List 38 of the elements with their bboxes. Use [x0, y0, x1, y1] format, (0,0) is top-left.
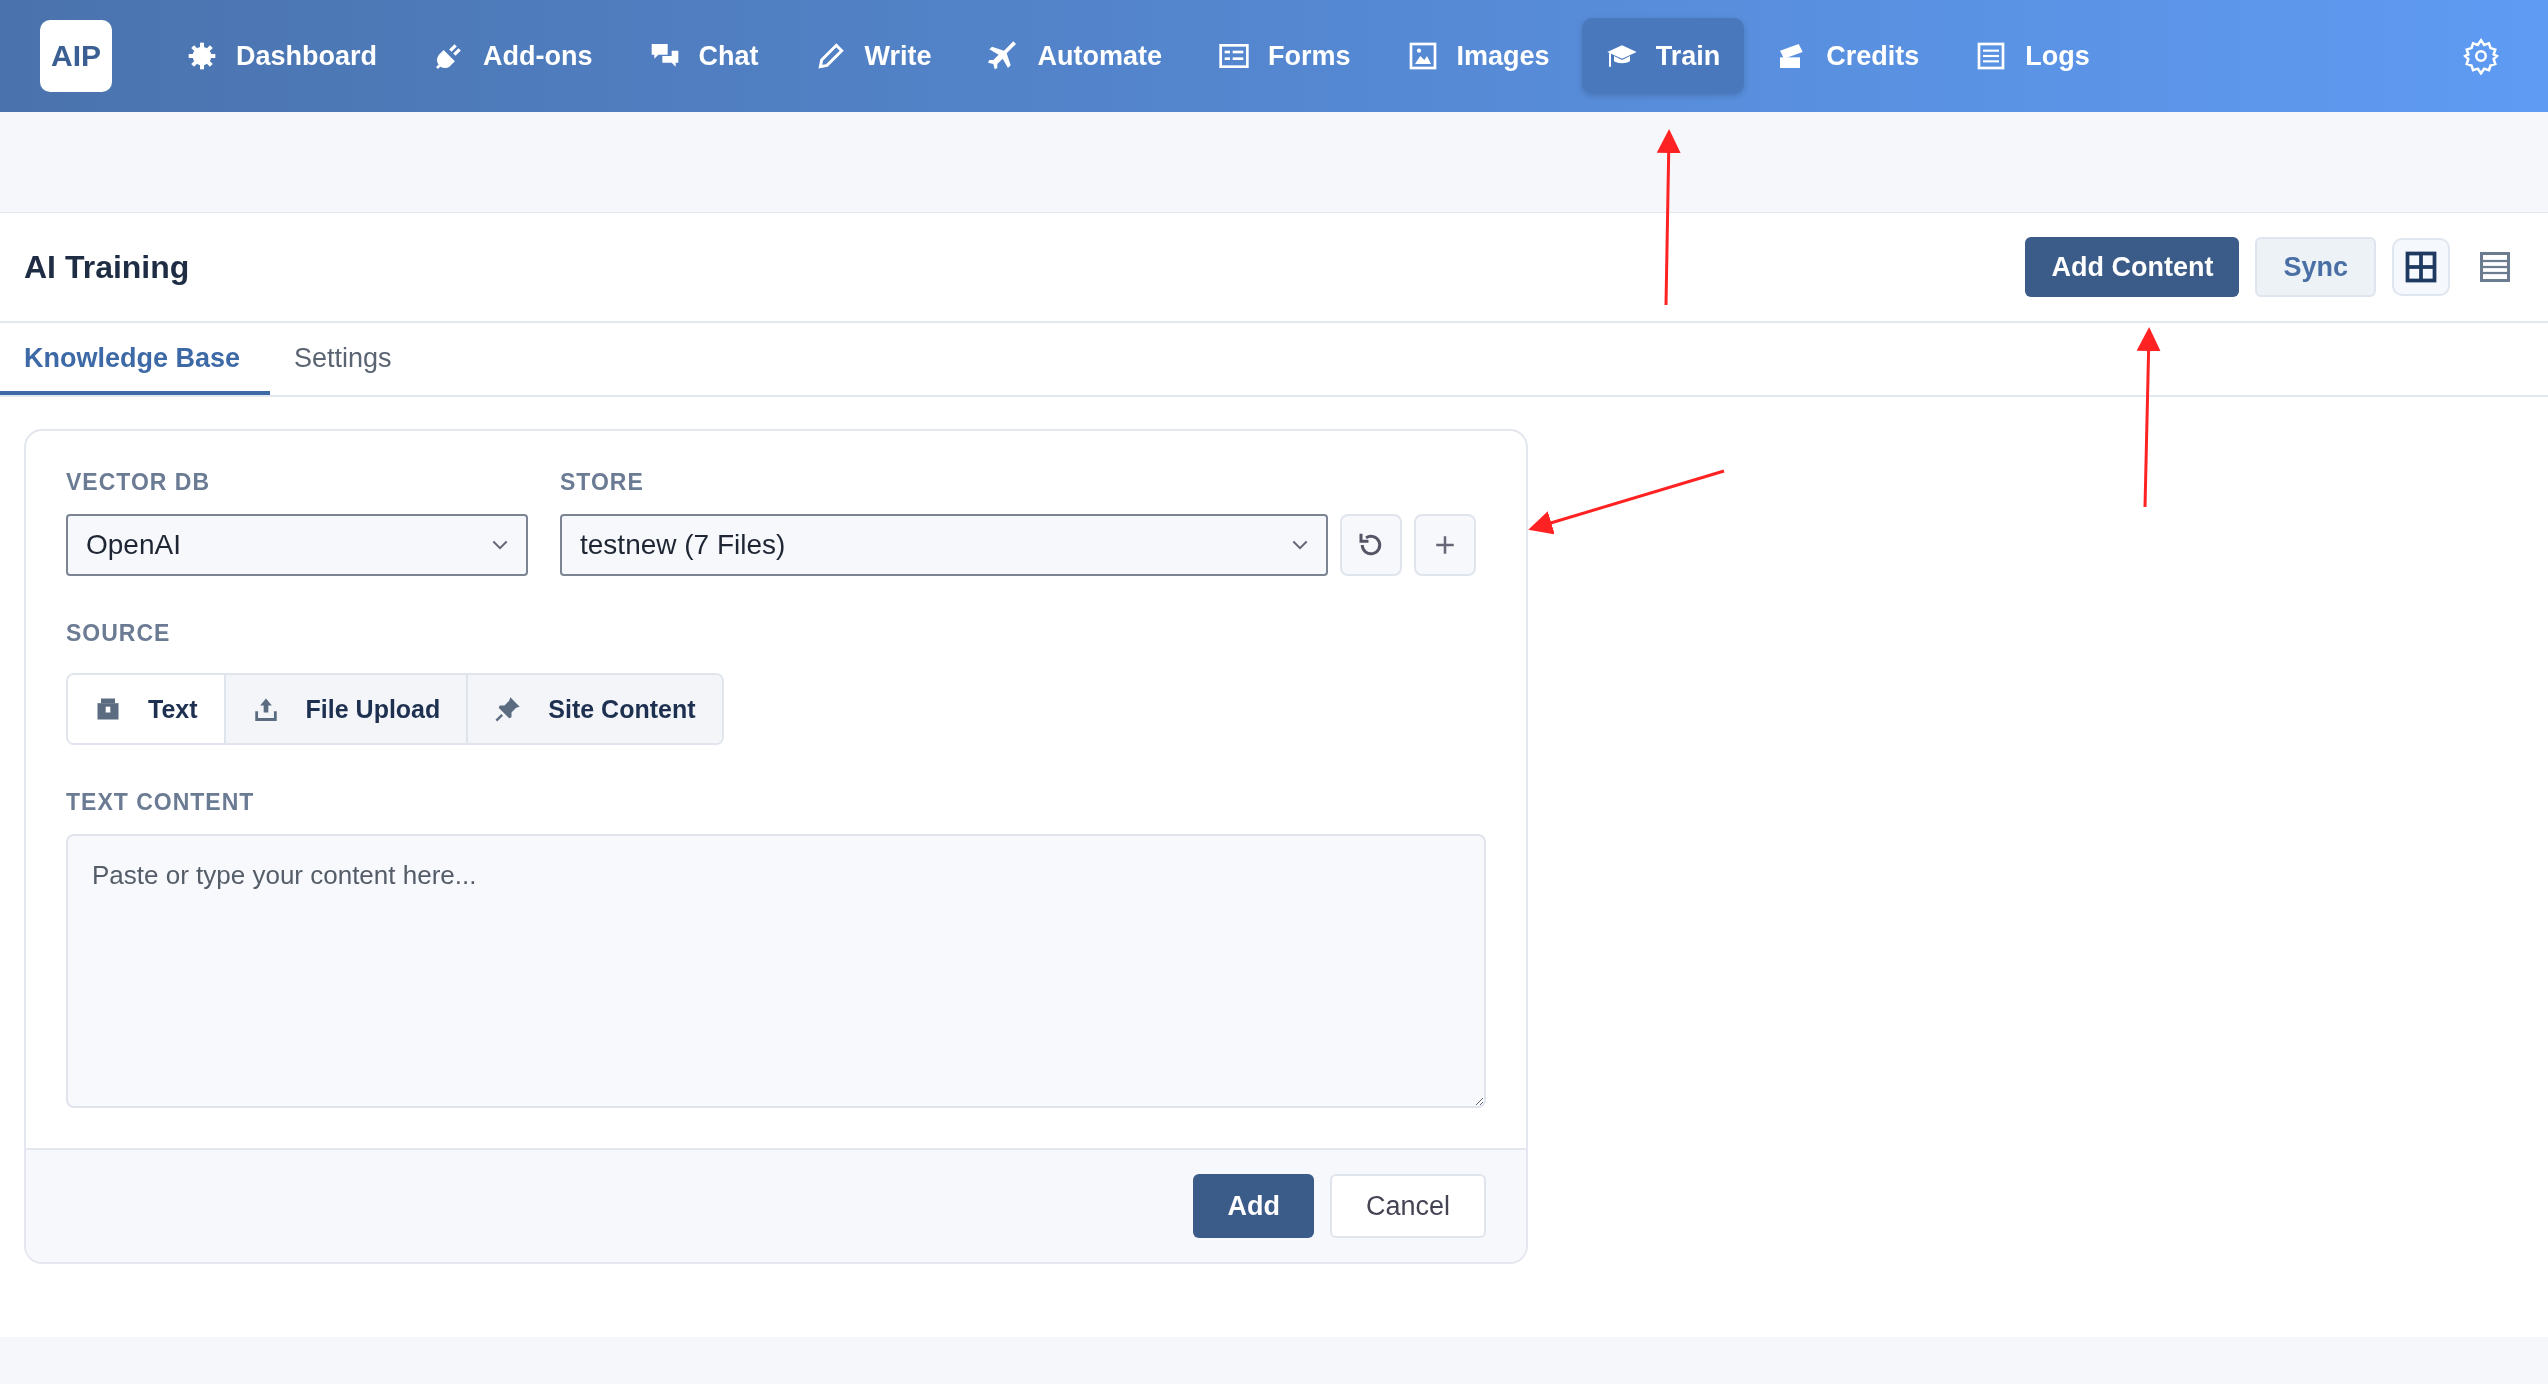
nav-item[interactable]: Dashboard: [162, 18, 402, 94]
text-content-field[interactable]: Paste or type your content here...: [66, 834, 1486, 1108]
form-button[interactable]: Add: [1193, 1174, 1314, 1238]
store-select[interactable]: testnew (7 Files): [560, 514, 1328, 576]
nav-item[interactable]: Images: [1382, 18, 1574, 94]
source-option[interactable]: File Upload: [223, 675, 467, 743]
header-button[interactable]: Add Content: [2025, 237, 2240, 297]
list-icon: [2477, 249, 2513, 285]
nav-item[interactable]: Write: [790, 18, 956, 94]
app-logo[interactable]: AIP: [40, 20, 112, 92]
pin-icon: [494, 695, 523, 723]
chevron-down-icon: [1292, 539, 1308, 551]
nav-item[interactable]: Add-ons: [409, 18, 617, 94]
field-label: SOURCE: [66, 620, 172, 647]
form-button[interactable]: Cancel: [1329, 1174, 1486, 1238]
select-value: OpenAI: [86, 529, 181, 561]
field-label: VECTOR DB: [66, 469, 212, 496]
grid-view-button[interactable]: [2392, 238, 2450, 296]
select-value: testnew (7 Files): [580, 529, 786, 561]
nav-item[interactable]: Train: [1581, 18, 1745, 94]
settings-icon[interactable]: [2462, 37, 2500, 75]
tab[interactable]: Knowledge Base: [0, 323, 271, 395]
nav-item[interactable]: Forms: [1194, 18, 1375, 94]
nav-item[interactable]: Logs: [1951, 18, 2114, 94]
page-title: AI Training: [24, 248, 190, 286]
tab[interactable]: Settings: [270, 323, 422, 395]
gear-icon: [186, 40, 218, 72]
field-label: TEXT CONTENT: [66, 789, 256, 816]
grid-icon: [2403, 249, 2439, 285]
source-option[interactable]: Site Content: [466, 675, 722, 743]
header-button[interactable]: Sync: [2255, 237, 2376, 297]
field-label: STORE: [560, 469, 645, 496]
nav-item[interactable]: Chat: [624, 18, 783, 94]
refresh-button[interactable]: [1340, 514, 1402, 576]
nav-item[interactable]: Credits: [1752, 18, 1944, 94]
nav-item[interactable]: Automate: [963, 18, 1187, 94]
chevron-down-icon: [492, 539, 508, 551]
vector-db-select[interactable]: OpenAI: [66, 514, 528, 576]
